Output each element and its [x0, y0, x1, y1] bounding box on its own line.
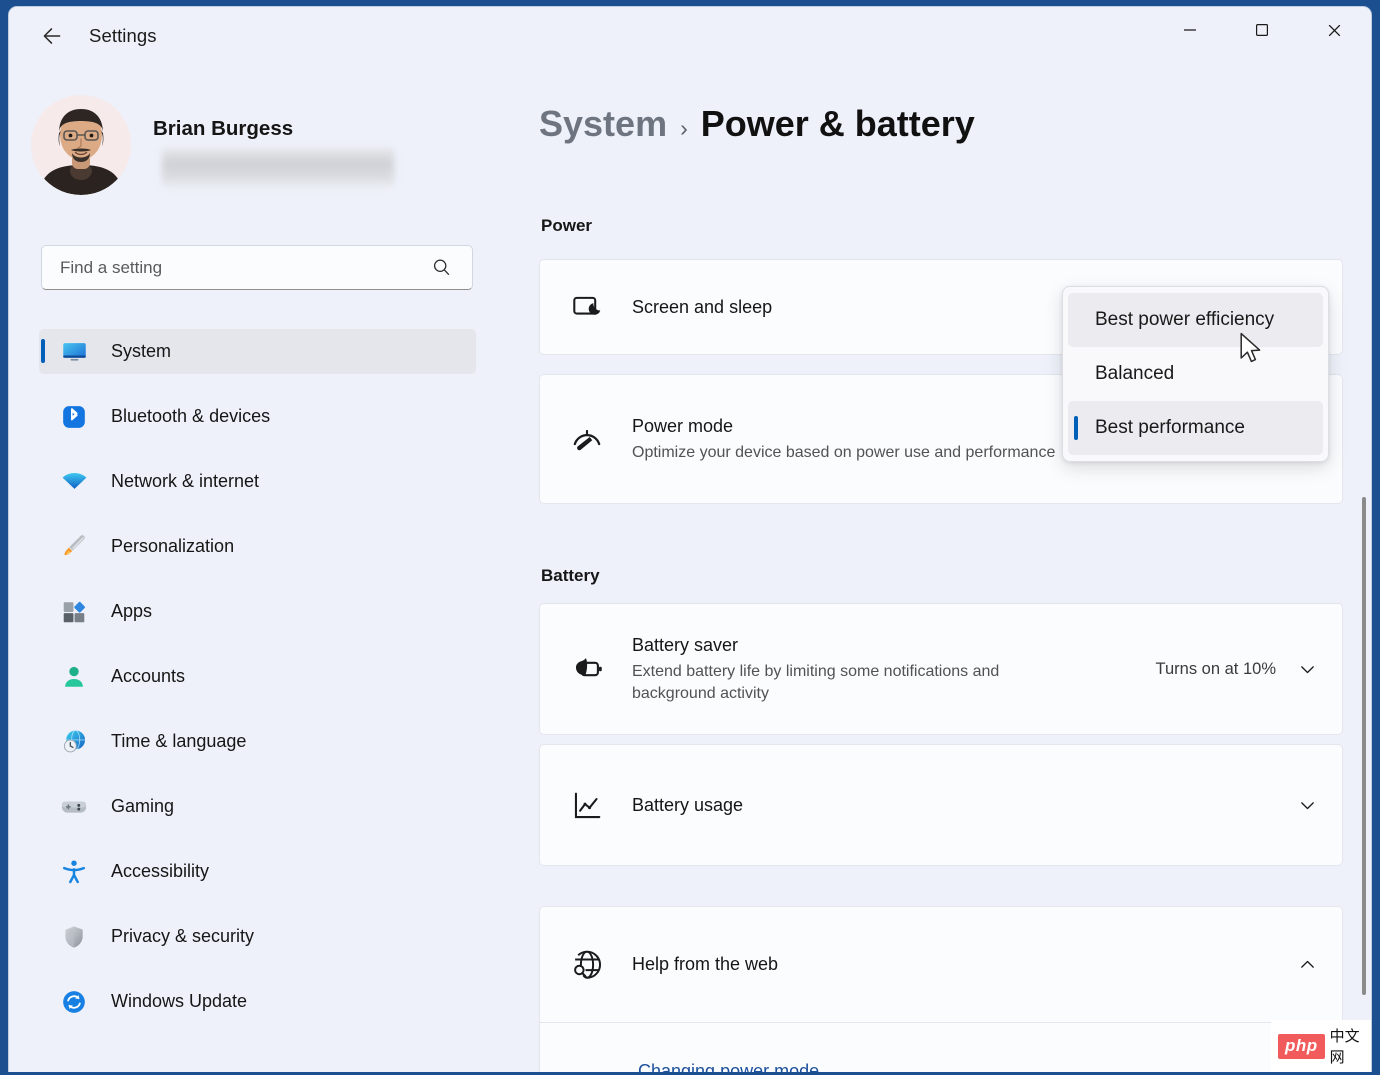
battery-leaf-icon	[564, 652, 610, 686]
minimize-icon	[1184, 29, 1196, 31]
card-right-group	[1294, 795, 1320, 816]
dropdown-option-best-performance[interactable]: Best performance	[1068, 401, 1323, 455]
search-icon	[431, 257, 472, 278]
card-battery-saver[interactable]: Battery saver Extend battery life by lim…	[539, 603, 1343, 735]
help-panel: Changing power mode	[539, 1023, 1343, 1072]
search-input[interactable]	[42, 257, 431, 278]
sidebar-item-label: Gaming	[111, 796, 175, 816]
sidebar-item-label: Accounts	[111, 666, 186, 686]
sidebar-item-label: Bluetooth & devices	[111, 406, 271, 426]
sidebar-item-personalization[interactable]: Personalization	[39, 524, 476, 569]
section-heading-power: Power	[541, 216, 593, 235]
back-arrow-icon	[43, 28, 61, 44]
sidebar-item-label: Accessibility	[111, 861, 210, 881]
watermark: php 中文网	[1271, 1020, 1371, 1072]
line-chart-icon	[564, 789, 610, 822]
profile-block[interactable]: Brian Burgess	[31, 95, 471, 195]
card-text-block: Help from the web	[632, 952, 1294, 976]
sidebar-item-accessibility[interactable]: Accessibility	[39, 849, 476, 894]
sidebar-item-label: Time & language	[111, 731, 247, 751]
sidebar-item-privacy-security[interactable]: Privacy & security	[39, 914, 476, 959]
gamepad-icon	[57, 793, 91, 821]
profile-email-redacted	[162, 148, 394, 187]
screen-sleep-icon	[564, 291, 610, 324]
card-battery-usage[interactable]: Battery usage	[539, 744, 1343, 866]
sidebar-item-label: Apps	[111, 601, 153, 621]
dropdown-option-balanced[interactable]: Balanced	[1068, 347, 1323, 401]
breadcrumb-separator-icon: ›	[680, 115, 688, 141]
avatar-photo	[31, 95, 131, 195]
dropdown-option-label: Balanced	[1095, 363, 1175, 384]
card-subtitle: Optimize your device based on power use …	[632, 443, 1056, 461]
sidebar-item-label: Privacy & security	[111, 926, 255, 946]
sidebar: Brian Burgess Find a setting System Blue…	[9, 63, 517, 1072]
sidebar-item-windows-update[interactable]: Windows Update	[39, 979, 476, 1024]
breadcrumb: System › Power & battery	[539, 103, 975, 145]
search-box[interactable]	[41, 245, 473, 290]
title-bar: Settings	[9, 7, 1371, 63]
apps-icon	[57, 599, 91, 625]
sidebar-item-network-internet[interactable]: Network & internet	[39, 459, 476, 504]
chevron-down-icon[interactable]	[1294, 659, 1320, 680]
battery-saver-threshold: Turns on at 10%	[1155, 659, 1276, 678]
sidebar-item-label: Windows Update	[111, 991, 248, 1011]
sidebar-item-label: Personalization	[111, 536, 235, 556]
help-link-changing-power-mode[interactable]: Changing power mode	[638, 1061, 819, 1072]
card-text-block: Battery saver Extend battery life by lim…	[632, 633, 1156, 704]
settings-window: Settings Brian Burgess Find a setting Sy…	[8, 6, 1372, 1072]
close-icon	[1328, 24, 1340, 36]
window-title: Settings	[89, 25, 157, 46]
breadcrumb-parent[interactable]: System	[539, 103, 667, 145]
maximize-button[interactable]	[1231, 7, 1293, 53]
dropdown-option-label: Best performance	[1095, 417, 1245, 438]
card-right-group: Turns on at 10%	[1156, 659, 1320, 680]
update-refresh-icon	[57, 989, 91, 1015]
page-title: Power & battery	[700, 103, 975, 144]
watermark-brand: php	[1278, 1033, 1325, 1059]
sidebar-item-bluetooth-devices[interactable]: Bluetooth & devices	[39, 394, 476, 439]
profile-name: Brian Burgess	[153, 117, 294, 140]
sidebar-item-gaming[interactable]: Gaming	[39, 784, 476, 829]
gauge-icon	[564, 422, 610, 456]
card-title: Battery saver	[632, 635, 739, 656]
globe-search-icon	[564, 948, 610, 982]
chevron-up-icon[interactable]	[1294, 954, 1320, 975]
back-button[interactable]	[31, 19, 73, 53]
sidebar-item-label: Network & internet	[111, 471, 260, 491]
card-help-from-the-web[interactable]: Help from the web	[539, 906, 1343, 1023]
paintbrush-icon	[57, 533, 91, 560]
minimize-button[interactable]	[1159, 7, 1221, 53]
sidebar-item-time-language[interactable]: Time & language	[39, 719, 476, 764]
sidebar-nav: System Bluetooth & devices Network & int…	[39, 329, 476, 1044]
monitor-icon	[57, 338, 91, 365]
sidebar-item-label: System	[111, 341, 172, 361]
card-title: Help from the web	[632, 954, 779, 975]
card-text-block: Battery usage	[632, 793, 1294, 817]
sidebar-item-system[interactable]: System	[39, 329, 476, 374]
clock-globe-icon	[57, 728, 91, 755]
close-button[interactable]	[1303, 7, 1365, 53]
shield-icon	[57, 924, 91, 950]
bluetooth-icon	[57, 404, 91, 430]
card-right-group	[1294, 954, 1320, 975]
section-heading-battery: Battery	[541, 566, 600, 585]
avatar[interactable]	[31, 95, 131, 195]
power-mode-dropdown: Best power efficiency Balanced Best perf…	[1062, 286, 1329, 462]
wifi-icon	[57, 468, 91, 495]
person-icon	[57, 664, 91, 690]
maximize-icon	[1255, 23, 1269, 37]
dropdown-option-best-power-efficiency[interactable]: Best power efficiency	[1068, 293, 1323, 347]
content-pane: System › Power & battery Power Screen an…	[517, 63, 1371, 1072]
chevron-down-icon[interactable]	[1294, 795, 1320, 816]
card-title: Battery usage	[632, 794, 744, 815]
watermark-suffix: 中文网	[1329, 1027, 1360, 1066]
dropdown-option-label: Best power efficiency	[1095, 309, 1275, 330]
sidebar-item-apps[interactable]: Apps	[39, 589, 476, 634]
content-scrollbar-thumb[interactable]	[1362, 497, 1366, 995]
sidebar-item-accounts[interactable]: Accounts	[39, 654, 476, 699]
card-title: Screen and sleep	[632, 296, 773, 317]
accessibility-icon	[57, 859, 91, 885]
card-subtitle: Extend battery life by limiting some not…	[632, 662, 1000, 702]
